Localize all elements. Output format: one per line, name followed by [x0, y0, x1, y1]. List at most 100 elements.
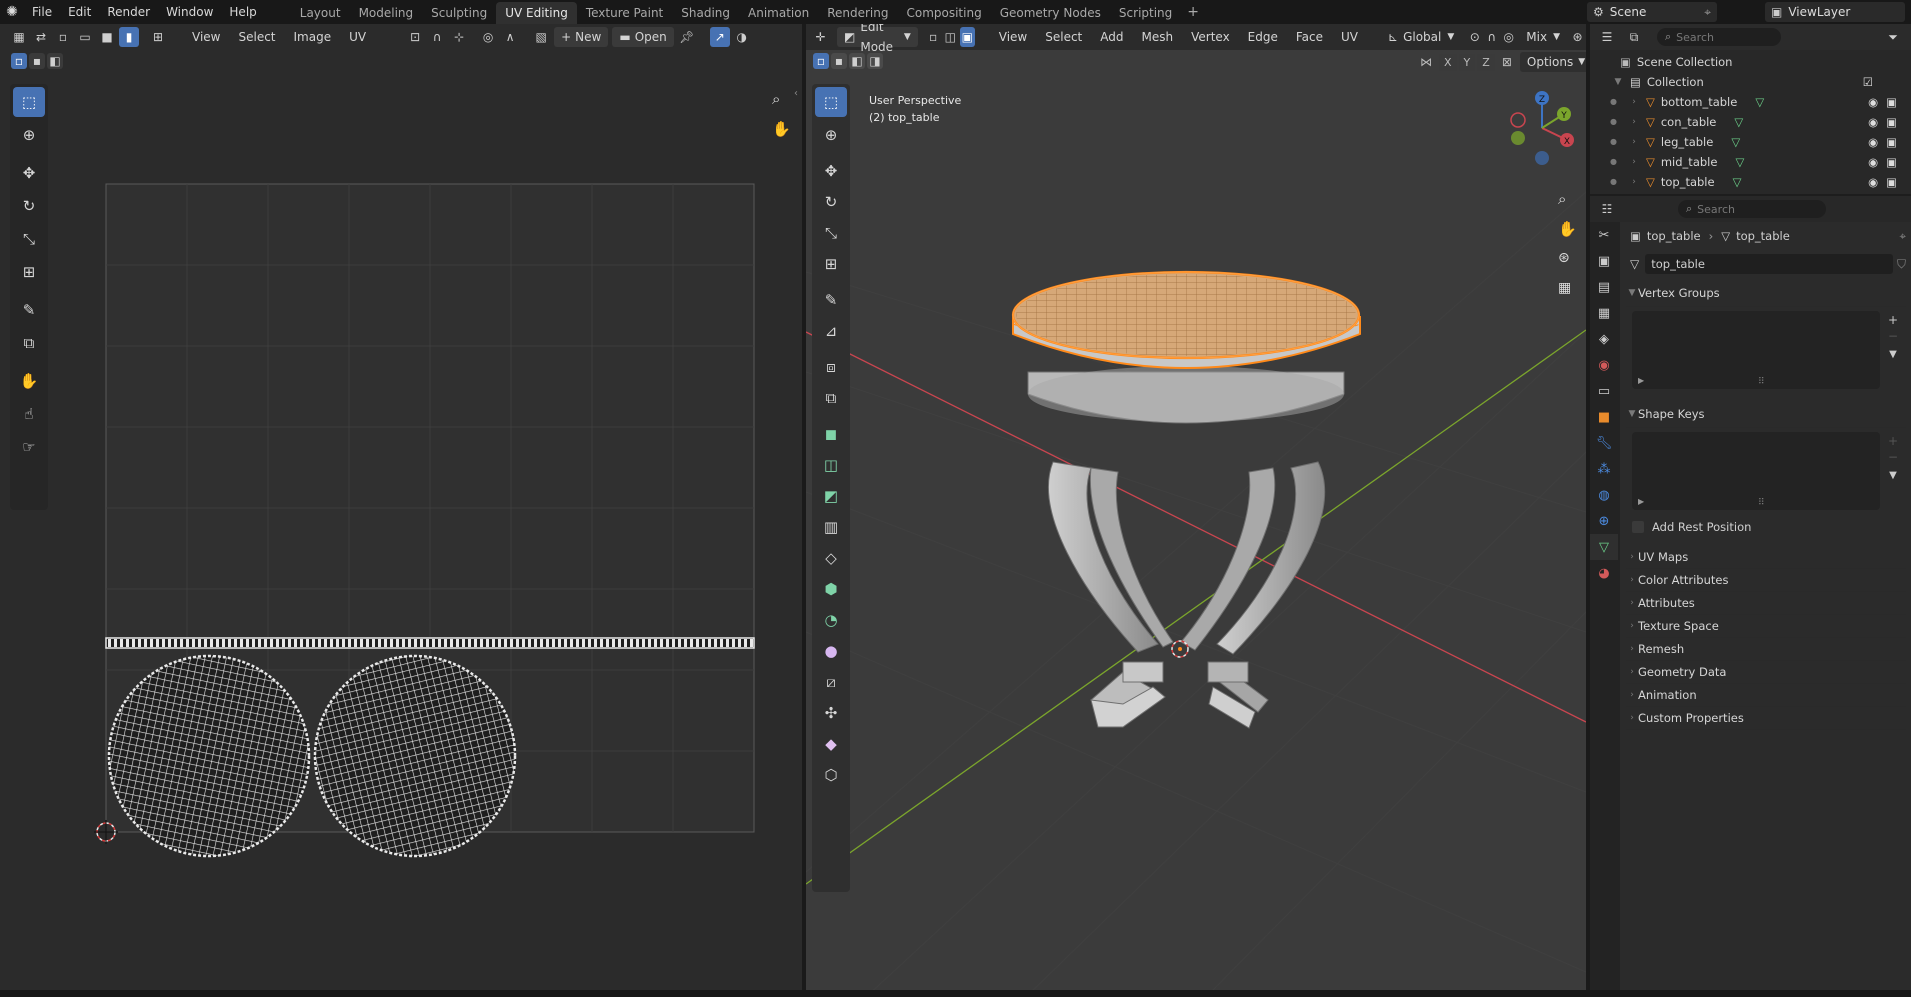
mirror-axis-y[interactable]: Y — [1458, 53, 1476, 71]
uv-menu-image[interactable]: Image — [287, 27, 339, 47]
scene-canvas[interactable] — [806, 72, 1586, 997]
pin-icon[interactable]: ⌖ — [1704, 5, 1711, 20]
visibility-eye-icon[interactable]: ◉ — [1868, 172, 1878, 192]
pivot-icon[interactable]: ⊡ — [405, 27, 425, 47]
tool-tab-icon[interactable]: ✂ — [1590, 222, 1618, 248]
transform-tool-icon[interactable]: ⊞ — [815, 249, 847, 279]
modifier-tab-icon[interactable]: 🔧︎ — [1590, 430, 1618, 456]
workspace-tab-texture-paint[interactable]: Texture Paint — [577, 2, 672, 24]
panel-color-attributes[interactable]: › Color Attributes — [1626, 569, 1906, 592]
viewport-menu-face[interactable]: Face — [1289, 27, 1330, 47]
smooth-tool-icon[interactable]: ● — [815, 636, 847, 666]
edit-mode-dot-icon[interactable]: ● — [1610, 152, 1617, 172]
uv-circle-island-right[interactable] — [313, 654, 517, 858]
outliner-item-top-table[interactable]: › ▽ top_table ▽ ◉ ▣ ● — [1590, 172, 1911, 192]
properties-search[interactable]: ⌕ Search — [1678, 200, 1826, 218]
outliner-item-leg-table[interactable]: › ▽ leg_table ▽ ◉ ▣ ● — [1590, 132, 1911, 152]
viewport-menu-uv[interactable]: UV — [1334, 27, 1365, 47]
select-extend-icon[interactable]: ▪ — [831, 53, 847, 69]
data-tab-icon[interactable]: ▽ — [1590, 534, 1618, 560]
workspace-tab-rendering[interactable]: Rendering — [818, 2, 897, 24]
add-icon[interactable]: + — [1888, 313, 1898, 327]
proportional-icon[interactable]: ◎ — [1501, 27, 1516, 47]
outliner-item-bottom-table[interactable]: › ▽ bottom_table ▽ ◉ ▣ ● — [1590, 92, 1911, 112]
table-top-selected[interactable] — [1011, 270, 1361, 369]
edit-mode-dot-icon[interactable]: ● — [1610, 92, 1617, 112]
workspace-tab-scripting[interactable]: Scripting — [1110, 2, 1181, 24]
expand-icon[interactable]: › — [1628, 172, 1640, 192]
blender-logo-icon[interactable]: ✺ — [0, 4, 24, 20]
render-camera-icon[interactable]: ▣ — [1886, 92, 1897, 112]
edge-mode-icon[interactable]: ◫ — [943, 27, 958, 47]
snap-icon[interactable]: ∩ — [427, 27, 447, 47]
scene-tab-icon[interactable]: ◈ — [1590, 326, 1618, 352]
resize-grip-icon[interactable]: ⠿ — [1758, 498, 1765, 508]
physics-tab-icon[interactable]: ◍ — [1590, 482, 1618, 508]
select-mode-extend-icon[interactable]: ▪ — [29, 53, 45, 69]
scene-selector[interactable]: ⚙ Scene ⌖ — [1587, 2, 1717, 22]
mirror-axis-x[interactable]: X — [1439, 53, 1457, 71]
extrude-tool-icon[interactable]: ⧉ — [815, 383, 847, 413]
perspective-toggle-icon[interactable]: ▦ — [1558, 280, 1571, 296]
panel-remesh[interactable]: › Remesh — [1626, 638, 1906, 661]
visibility-eye-icon[interactable]: ◉ — [1868, 152, 1878, 172]
outliner-search[interactable]: ⌕ Search — [1657, 28, 1781, 46]
mirror-axis-z[interactable]: Z — [1477, 53, 1495, 71]
menu-window[interactable]: Window — [158, 0, 221, 24]
uv-strip-island[interactable] — [105, 637, 755, 649]
viewlayer-selector[interactable]: ▣ ViewLayer — [1765, 2, 1905, 22]
menu-render[interactable]: Render — [99, 0, 158, 24]
render-camera-icon[interactable]: ▣ — [1886, 112, 1897, 132]
camera-view-icon[interactable]: ⊛ — [1558, 250, 1570, 266]
open-image-button[interactable]: ▬ Open — [612, 27, 674, 47]
editor-type-icon[interactable]: ☷ — [1597, 199, 1617, 219]
mode-selector[interactable]: ◩ Edit Mode ▼ — [837, 24, 918, 54]
editor-type-icon[interactable]: ▦ — [9, 27, 29, 47]
viewport-menu-vertex[interactable]: Vertex — [1184, 27, 1237, 47]
workspace-tab-compositing[interactable]: Compositing — [897, 2, 990, 24]
editor-type-icon[interactable]: ✛ — [813, 27, 828, 47]
resize-grip-icon[interactable]: ⠿ — [1758, 377, 1765, 387]
remove-icon[interactable]: − — [1888, 450, 1898, 464]
measure-tool-icon[interactable]: ⊿ — [815, 316, 847, 346]
collection-row[interactable]: ▼ ▤ Collection ☑ — [1590, 72, 1911, 92]
pin-image-icon[interactable]: 📌︎ — [677, 27, 697, 47]
render-camera-icon[interactable]: ▣ — [1886, 172, 1897, 192]
vertex-groups-list[interactable]: ▶ ⠿ — [1632, 311, 1880, 389]
viewport-menu-view[interactable]: View — [992, 27, 1034, 47]
navigation-gizmo[interactable]: Z X Y — [1502, 88, 1586, 178]
workspace-tab-sculpting[interactable]: Sculpting — [422, 2, 496, 24]
panel-animation[interactable]: › Animation — [1626, 684, 1906, 707]
edit-mode-dot-icon[interactable]: ● — [1610, 172, 1617, 192]
panel-uv-maps[interactable]: › UV Maps — [1626, 546, 1906, 569]
shear-tool-icon[interactable]: ◆ — [815, 729, 847, 759]
collection-tab-icon[interactable]: ▭ — [1590, 378, 1618, 404]
render-tab-icon[interactable]: ▣ — [1590, 248, 1618, 274]
proportional-icon[interactable]: ◎ — [478, 27, 498, 47]
face-mode-icon[interactable]: ▣ — [959, 27, 975, 47]
annotate-tool-icon[interactable]: ✎ — [815, 285, 847, 315]
scale-tool-icon[interactable]: ⤡ — [815, 218, 847, 248]
particles-tab-icon[interactable]: ⁂ — [1590, 456, 1618, 482]
outliner-item-mid-table[interactable]: › ▽ mid_table ▽ ◉ ▣ ● — [1590, 152, 1911, 172]
object-tab-icon[interactable]: ■ — [1590, 404, 1618, 430]
shrink-fatten-icon[interactable]: ✣ — [815, 698, 847, 728]
output-tab-icon[interactable]: ▤ — [1590, 274, 1618, 300]
edge-slide-icon[interactable]: ⧄ — [815, 667, 847, 697]
cursor-tool-icon[interactable]: ⊕ — [815, 120, 847, 150]
viewport-menu-select[interactable]: Select — [1038, 27, 1089, 47]
menu-file[interactable]: File — [24, 0, 60, 24]
edit-mode-dot-icon[interactable]: ● — [1610, 112, 1617, 132]
orientation-selector[interactable]: ⊾ Global ▼ — [1381, 27, 1461, 47]
workspace-tab-layout[interactable]: Layout — [291, 2, 350, 24]
panel-vertex-groups[interactable]: ▼ Vertex Groups — [1626, 280, 1906, 307]
overlay-toggle-icon[interactable]: ◑ — [732, 27, 752, 47]
visibility-eye-icon[interactable]: ◉ — [1868, 92, 1878, 112]
expand-icon[interactable]: › — [1628, 132, 1640, 152]
options-button[interactable]: Options ▼ — [1519, 52, 1586, 72]
edit-mode-dot-icon[interactable]: ● — [1610, 132, 1617, 152]
add-icon[interactable]: + — [1888, 434, 1898, 448]
mesh-browse-icon[interactable]: ▽ — [1630, 257, 1639, 271]
extrude-region-icon[interactable]: ◼ — [815, 419, 847, 449]
select-invert-icon[interactable]: ◨ — [867, 53, 883, 69]
